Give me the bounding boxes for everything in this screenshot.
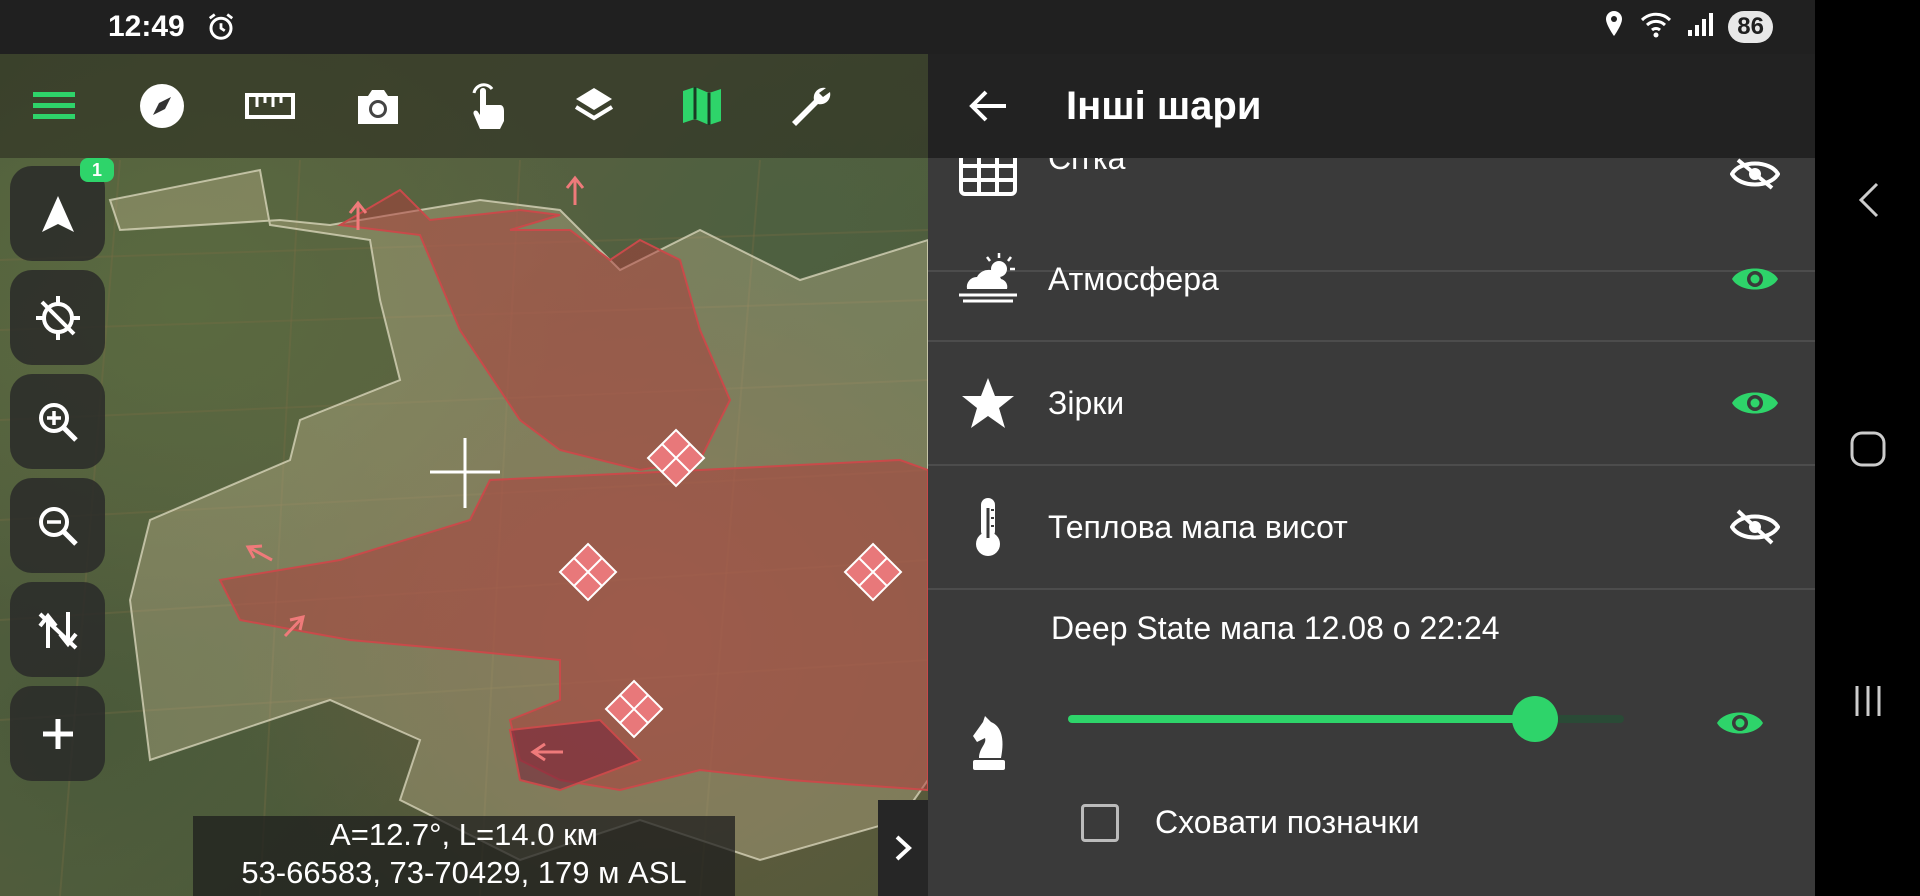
layer-row-stars[interactable]: Зірки bbox=[928, 342, 1815, 466]
chevron-right-icon bbox=[895, 835, 912, 861]
camera-button[interactable] bbox=[324, 54, 432, 158]
layers-icon bbox=[574, 88, 614, 121]
map-icon bbox=[683, 87, 721, 125]
other-layers-panel: Сітка Інші шари Атмосфера Зірки Теплова … bbox=[928, 54, 1815, 896]
slider-fill bbox=[1068, 715, 1536, 723]
compass-icon bbox=[140, 84, 184, 128]
nav-home-button[interactable] bbox=[1815, 430, 1920, 468]
zoom-in-icon bbox=[38, 402, 78, 442]
settings-button[interactable] bbox=[756, 54, 864, 158]
layers-button[interactable] bbox=[540, 54, 648, 158]
location-icon bbox=[1602, 9, 1626, 44]
opacity-slider[interactable] bbox=[1068, 696, 1624, 742]
chess-knight-icon bbox=[969, 714, 1009, 777]
wifi-icon bbox=[1640, 10, 1672, 43]
sync-off-button[interactable] bbox=[10, 582, 105, 677]
zoom-in-button[interactable] bbox=[10, 374, 105, 469]
wrench-icon bbox=[792, 87, 831, 126]
alarm-icon bbox=[206, 12, 236, 47]
status-indicators: 86 bbox=[1602, 9, 1773, 44]
back-button[interactable] bbox=[928, 54, 1048, 158]
map-overlay bbox=[0, 159, 928, 896]
panel-title: Інші шари bbox=[1066, 83, 1262, 128]
touch-icon bbox=[472, 83, 504, 129]
layer-row-heatmap[interactable]: Теплова мапа висот bbox=[928, 466, 1815, 590]
add-icon bbox=[42, 718, 73, 749]
signal-icon bbox=[1686, 10, 1714, 43]
slider-thumb[interactable] bbox=[1512, 696, 1559, 742]
arrow-left-icon bbox=[969, 90, 1006, 122]
sync-off-icon bbox=[37, 611, 78, 649]
layer-label: Теплова мапа висот bbox=[1048, 508, 1348, 545]
expand-panel-button[interactable] bbox=[878, 800, 928, 896]
navigation-arrow-icon bbox=[41, 195, 74, 232]
eye-off-icon[interactable] bbox=[1695, 158, 1815, 190]
eye-icon[interactable] bbox=[1715, 707, 1765, 744]
menu-button[interactable] bbox=[0, 54, 108, 158]
hide-marks-label: Сховати позначки bbox=[1155, 804, 1420, 840]
deep-state-title: Deep State мапа 12.08 о 22:24 bbox=[1051, 610, 1500, 646]
status-time: 12:49 bbox=[108, 10, 185, 43]
compass-button[interactable] bbox=[108, 54, 216, 158]
eye-icon[interactable] bbox=[1695, 263, 1815, 295]
grid-coordinates: 53-66583, 73-70429, 179 м ASL bbox=[241, 855, 687, 890]
weather-icon bbox=[928, 251, 1048, 307]
nav-recents-button[interactable] bbox=[1815, 684, 1920, 718]
status-bar: 12:49 86 bbox=[0, 0, 1815, 54]
battery-level: 86 bbox=[1728, 10, 1773, 43]
nav-back-button[interactable] bbox=[1815, 180, 1920, 220]
hide-marks-checkbox[interactable] bbox=[1081, 804, 1119, 842]
eye-off-icon[interactable] bbox=[1695, 509, 1815, 545]
ruler-icon bbox=[245, 93, 295, 119]
panel-header: Інші шари bbox=[928, 54, 1815, 158]
coordinates-readout: A=12.7°, L=14.0 км 53-66583, 73-70429, 1… bbox=[193, 816, 735, 896]
gps-off-icon bbox=[35, 295, 80, 340]
menu-icon bbox=[33, 92, 75, 119]
map-toolbar bbox=[0, 54, 928, 158]
thermometer-icon bbox=[928, 496, 1048, 558]
layer-label: Зірки bbox=[1048, 384, 1125, 421]
grid-icon bbox=[928, 158, 1048, 198]
zoom-out-button[interactable] bbox=[10, 478, 105, 573]
map-view[interactable] bbox=[0, 54, 928, 896]
camera-icon bbox=[358, 90, 398, 124]
star-icon bbox=[928, 376, 1048, 430]
home-icon bbox=[1850, 431, 1885, 467]
gps-off-button[interactable] bbox=[10, 270, 105, 365]
layer-label: Атмосфера bbox=[1048, 260, 1219, 297]
touch-button[interactable] bbox=[432, 54, 540, 158]
back-icon bbox=[1858, 182, 1878, 218]
system-nav-bar bbox=[1815, 0, 1920, 896]
navigation-badge: 1 bbox=[80, 158, 114, 182]
map-button[interactable] bbox=[648, 54, 756, 158]
eye-icon[interactable] bbox=[1695, 387, 1815, 419]
recents-icon bbox=[1855, 686, 1880, 716]
add-button[interactable] bbox=[10, 686, 105, 781]
layer-row-atmosphere[interactable]: Атмосфера bbox=[928, 218, 1815, 342]
azimuth-distance: A=12.7°, L=14.0 км bbox=[330, 817, 598, 852]
ruler-button[interactable] bbox=[216, 54, 324, 158]
zoom-out-icon bbox=[38, 506, 78, 546]
